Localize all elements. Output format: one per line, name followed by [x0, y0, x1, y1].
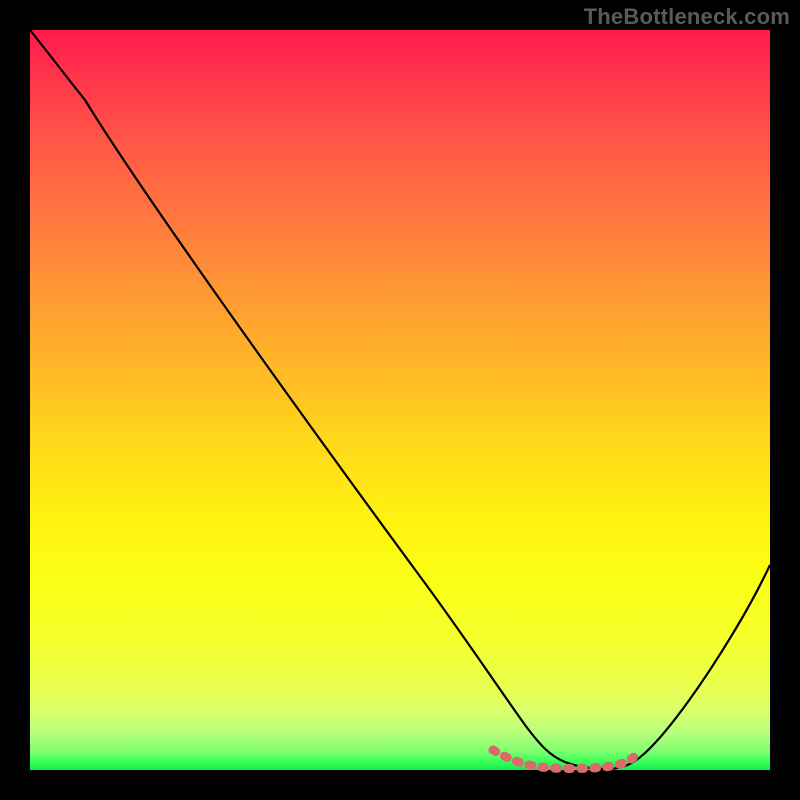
bottleneck-curve	[30, 30, 770, 769]
plot-area	[30, 30, 770, 770]
curve-svg	[30, 30, 770, 770]
watermark-label: TheBottleneck.com	[584, 4, 790, 30]
optimal-range-marker	[493, 750, 636, 769]
chart-frame: TheBottleneck.com	[0, 0, 800, 800]
